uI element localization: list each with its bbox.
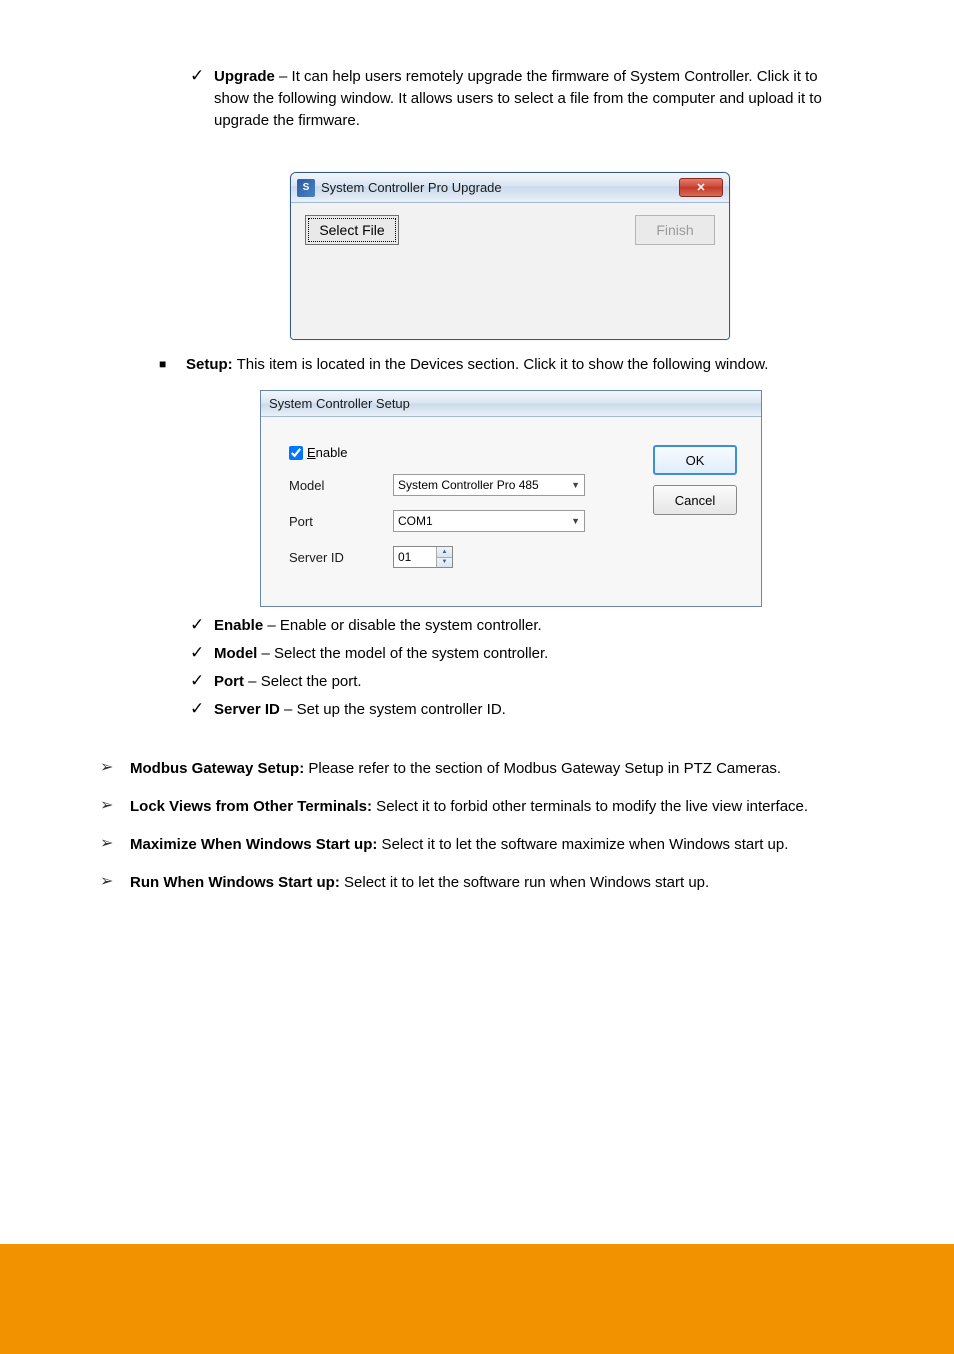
arrow-icon: ➢	[100, 871, 130, 893]
close-icon: ✕	[696, 181, 705, 194]
setup-text: Setup: This item is located in the Devic…	[186, 354, 768, 376]
upgrade-window-body: Select File Finish	[291, 203, 729, 339]
check-icon: ✓	[190, 699, 214, 719]
upgrade-text: Upgrade – It can help users remotely upg…	[214, 66, 854, 132]
list-item-enable: ✓ Enable – Enable or disable the system …	[190, 615, 854, 637]
model-select-value: System Controller Pro 485	[398, 478, 539, 492]
enable-checkbox[interactable]: Enable	[289, 445, 347, 460]
cancel-button[interactable]: Cancel	[653, 485, 737, 515]
enable-checkbox-input[interactable]	[289, 446, 303, 460]
label-model: Model	[289, 478, 393, 493]
chevron-down-icon: ▼	[571, 480, 580, 490]
check-icon: ✓	[190, 66, 214, 86]
upgrade-titlebar: S System Controller Pro Upgrade ✕	[291, 173, 729, 203]
server-id-stepper[interactable]: 01 ▲ ▼	[393, 546, 453, 568]
setup-window-title: System Controller Setup	[261, 391, 761, 417]
stepper-up-icon[interactable]: ▲	[437, 547, 452, 558]
select-file-button[interactable]: Select File	[305, 215, 399, 245]
finish-button: Finish	[635, 215, 715, 245]
upgrade-window-title: System Controller Pro Upgrade	[321, 180, 679, 195]
close-button[interactable]: ✕	[679, 178, 723, 197]
ok-button[interactable]: OK	[653, 445, 737, 475]
app-icon: S	[297, 179, 315, 197]
list-item-setup: ■ Setup: This item is located in the Dev…	[156, 354, 854, 376]
list-item-port: ✓ Port – Select the port.	[190, 671, 854, 693]
list-item-model: ✓ Model – Select the model of the system…	[190, 643, 854, 665]
list-item-run: ➢ Run When Windows Start up: Select it t…	[100, 871, 854, 895]
square-bullet-icon: ■	[156, 354, 186, 374]
port-select[interactable]: COM1 ▼	[393, 510, 585, 532]
setup-window: System Controller Setup Enable Model Sys…	[260, 390, 762, 607]
setup-window-body: Enable Model System Controller Pro 485 ▼…	[261, 417, 761, 606]
chevron-down-icon: ▼	[571, 516, 580, 526]
list-item-maximize: ➢ Maximize When Windows Start up: Select…	[100, 833, 854, 857]
check-icon: ✓	[190, 615, 214, 635]
list-item-serverid: ✓ Server ID – Set up the system controll…	[190, 699, 854, 721]
list-item-modbus: ➢ Modbus Gateway Setup: Please refer to …	[100, 757, 854, 781]
port-select-value: COM1	[398, 514, 433, 528]
upgrade-window: S System Controller Pro Upgrade ✕ Select…	[290, 172, 730, 340]
server-id-value: 01	[394, 547, 436, 567]
label-server-id: Server ID	[289, 550, 393, 565]
stepper-down-icon[interactable]: ▼	[437, 558, 452, 568]
arrow-icon: ➢	[100, 833, 130, 855]
arrow-icon: ➢	[100, 795, 130, 817]
label-port: Port	[289, 514, 393, 529]
model-select[interactable]: System Controller Pro 485 ▼	[393, 474, 585, 496]
check-icon: ✓	[190, 643, 214, 663]
list-item-lockview: ➢ Lock Views from Other Terminals: Selec…	[100, 795, 854, 819]
arrow-icon: ➢	[100, 757, 130, 779]
check-icon: ✓	[190, 671, 214, 691]
list-item-upgrade: ✓ Upgrade – It can help users remotely u…	[190, 66, 854, 132]
footer-bar	[0, 1244, 954, 1354]
